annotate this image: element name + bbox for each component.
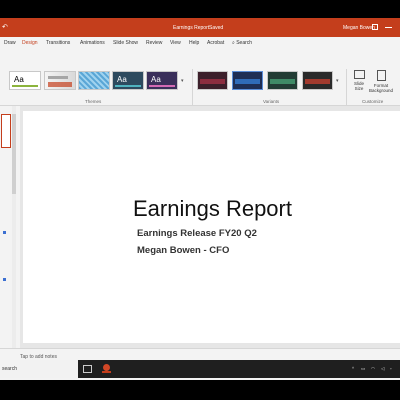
variant-1[interactable] <box>197 71 228 90</box>
restore-icon[interactable] <box>372 24 378 30</box>
tab-search[interactable]: ⌕ Search <box>232 40 252 46</box>
slide-size-icon <box>353 70 365 79</box>
taskbar-search-box[interactable]: search <box>0 360 78 378</box>
group-divider <box>346 69 347 105</box>
variant-2[interactable] <box>232 71 263 90</box>
document-title: Earnings Report <box>173 25 210 31</box>
tab-review[interactable]: Review <box>146 40 162 46</box>
slide-subtitle-line-2[interactable]: Megan Bowen - CFO <box>137 245 229 256</box>
theme-5-label: Aa <box>151 75 161 84</box>
slide-thumbnail-1[interactable] <box>1 114 11 148</box>
theme-4[interactable]: Aa <box>112 71 144 90</box>
task-view-icon[interactable] <box>83 365 92 373</box>
tab-help[interactable]: Help <box>189 40 199 46</box>
volume-icon[interactable]: ◁ <box>381 366 384 372</box>
slide-title[interactable]: Earnings Report <box>133 196 292 222</box>
theme-4-label: Aa <box>117 75 127 84</box>
variant-3[interactable] <box>267 71 298 90</box>
tab-acrobat[interactable]: Acrobat <box>207 40 224 46</box>
variants-group-label: Variants <box>263 99 280 104</box>
design-ribbon: Aa Aa Aa ▾ Themes ▾ Variants Slide Size <box>0 48 400 106</box>
themes-group-label: Themes <box>85 99 102 104</box>
slide-size-button[interactable]: Slide Size <box>350 70 368 91</box>
slide-thumbnail-pane <box>0 106 20 351</box>
minimize-icon[interactable] <box>385 27 392 28</box>
variants-more-icon[interactable]: ▾ <box>336 78 339 84</box>
powerpoint-taskbar-icon[interactable] <box>102 364 111 373</box>
variant-4[interactable] <box>302 71 333 90</box>
search-icon: ⌕ <box>232 40 235 46</box>
pane-scroll-thumb[interactable] <box>12 114 16 194</box>
format-background-icon <box>376 70 386 81</box>
slide-editor: Earnings Report Earnings Release FY20 Q2… <box>20 106 400 348</box>
slide-size-label: Slide Size <box>353 81 364 91</box>
powerpoint-logo-icon <box>103 364 110 371</box>
tab-view[interactable]: View <box>170 40 181 46</box>
slide-subtitle-line-1[interactable]: Earnings Release FY20 Q2 <box>137 228 257 239</box>
tab-animations[interactable]: Animations <box>80 40 105 46</box>
network-icon[interactable]: ▭ <box>361 366 365 372</box>
tab-design[interactable]: Design <box>22 40 38 49</box>
taskbar: search ^ ▭ ◠ ◁ ▫ <box>0 360 400 378</box>
notification-icon[interactable]: ▫ <box>390 366 392 371</box>
tab-transitions[interactable]: Transitions <box>46 40 70 46</box>
tab-draw[interactable]: Draw <box>4 40 16 46</box>
undo-icon[interactable]: ↶ <box>2 23 8 31</box>
theme-office-label: Aa <box>14 75 24 84</box>
theme-office[interactable]: Aa <box>9 71 41 90</box>
tray-chevron-icon[interactable]: ^ <box>352 366 354 371</box>
theme-5[interactable]: Aa <box>146 71 178 90</box>
themes-more-icon[interactable]: ▾ <box>181 78 184 84</box>
taskbar-search-text: search <box>2 366 18 372</box>
tab-search-label: Search <box>236 40 253 46</box>
format-background-label: Format Background <box>368 83 394 93</box>
format-background-button[interactable]: Format Background <box>368 70 394 93</box>
title-bar: ↶ Earnings Report Saved Megan Bowen <box>0 18 400 37</box>
tab-slide-show[interactable]: Slide Show <box>113 40 138 46</box>
ribbon-tabs: Draw Design Transitions Animations Slide… <box>0 37 400 49</box>
pane-marker <box>3 278 6 281</box>
save-status[interactable]: Saved <box>209 25 223 31</box>
account-name[interactable]: Megan Bowen <box>343 25 375 31</box>
pane-marker <box>3 231 6 234</box>
theme-2[interactable] <box>44 71 76 90</box>
slide-canvas[interactable]: Earnings Report Earnings Release FY20 Q2… <box>23 111 400 343</box>
powerpoint-window: ↶ Earnings Report Saved Megan Bowen Draw… <box>0 18 400 380</box>
customize-group-label: Customize <box>362 99 384 104</box>
wifi-icon[interactable]: ◠ <box>371 366 375 372</box>
group-divider <box>192 69 193 105</box>
theme-3[interactable] <box>78 71 110 90</box>
